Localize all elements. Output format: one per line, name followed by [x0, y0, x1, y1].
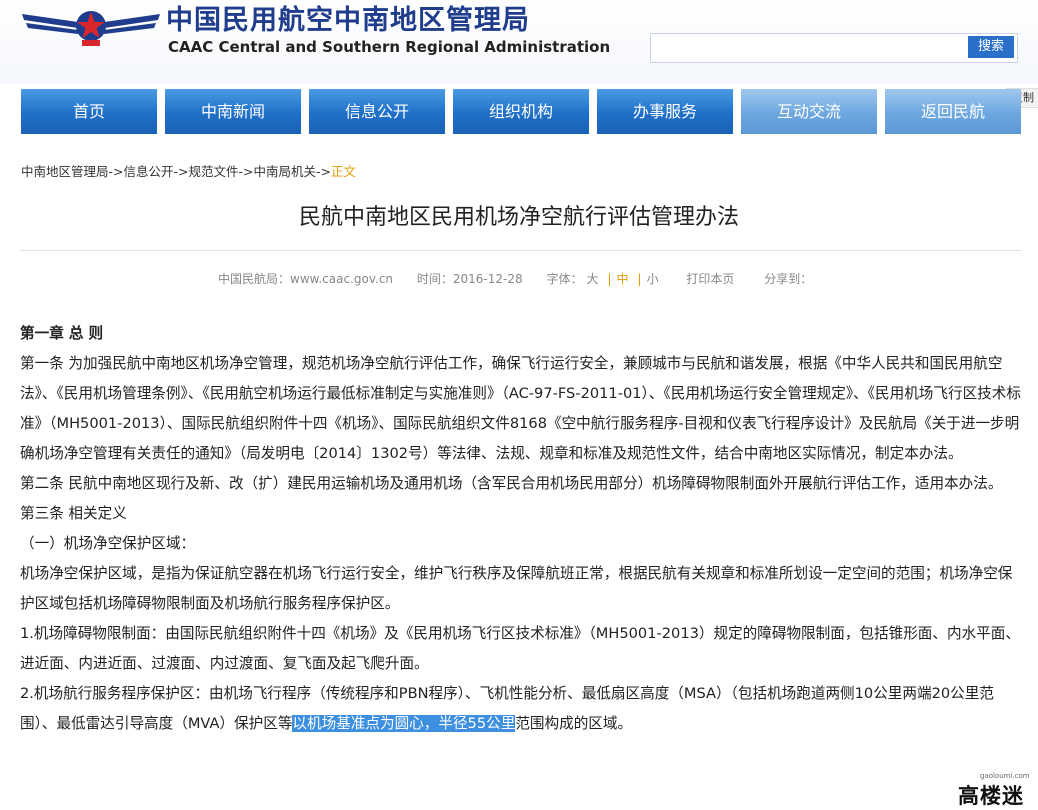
font-large-button[interactable]: 大 — [586, 272, 598, 286]
article-paragraph: 第二条 民航中南地区现行及新、改（扩）建民用运输机场及通用机场（含军民合用机场民… — [20, 475, 1003, 492]
title-divider — [20, 250, 1021, 251]
site-header: 中国民用航空中南地区管理局 CAAC Central and Southern … — [0, 0, 1038, 84]
nav-item-home[interactable]: 首页 — [21, 89, 157, 134]
nav-item-organization[interactable]: 组织机构 — [453, 89, 589, 134]
caac-logo-icon[interactable] — [20, 4, 162, 48]
nav-item-news[interactable]: 中南新闻 — [165, 89, 301, 134]
article-body: 第一章 总 则 第一条 为加强民航中南地区机场净空管理，规范机场净空航行评估工作… — [20, 319, 1026, 739]
meta-time: 时间：2016-12-28 — [416, 272, 523, 286]
breadcrumb-separator: -> — [316, 164, 331, 179]
breadcrumb-separator: -> — [173, 164, 189, 179]
breadcrumb-item[interactable]: 规范文件 — [189, 164, 239, 179]
article-paragraph: 第三条 相关定义 — [20, 505, 127, 522]
article-meta: 中国民航局：www.caac.gov.cn 时间：2016-12-28 字体：大… — [218, 270, 816, 287]
nav-item-info[interactable]: 信息公开 — [309, 89, 445, 134]
meta-separator: | — [637, 272, 642, 286]
article-paragraph: （一）机场净空保护区域： — [20, 535, 196, 552]
watermark-url: gaoloumi.com — [980, 772, 1030, 780]
meta-font-label: 字体： — [546, 272, 583, 286]
site-title-en: CAAC Central and Southern Regional Admin… — [168, 38, 611, 56]
nav-item-services[interactable]: 办事服务 — [597, 89, 733, 134]
breadcrumb: 中南地区管理局->信息公开->规范文件->中南局机关->正文 — [21, 161, 356, 180]
search-box: 搜索 — [650, 33, 1018, 63]
breadcrumb-item[interactable]: 中南局机关 — [254, 164, 317, 179]
font-small-button[interactable]: 小 — [647, 272, 659, 286]
article-paragraph-last: 2.机场航行服务程序保护区：由机场飞行程序（传统程序和PBN程序）、飞机性能分析… — [20, 679, 1026, 739]
nav-item-return[interactable]: 返回民航 — [885, 89, 1021, 134]
meta-source: 中国民航局：www.caac.gov.cn — [218, 272, 394, 286]
breadcrumb-separator: -> — [238, 164, 254, 179]
paragraph-text: 范围构成的区域。 — [515, 715, 633, 732]
breadcrumb-separator: -> — [108, 164, 124, 179]
selected-text: 以机场基准点为圆心，半径55公里 — [292, 715, 516, 732]
article-title: 民航中南地区民用机场净空航行评估管理办法 — [298, 205, 739, 230]
meta-share-label: 分享到： — [764, 272, 813, 286]
search-input[interactable] — [655, 37, 959, 59]
site-title-cn: 中国民用航空中南地区管理局 — [166, 5, 530, 36]
breadcrumb-current: 正文 — [331, 164, 357, 179]
font-medium-button[interactable]: 中 — [617, 272, 629, 286]
watermark-logo: 高楼迷 — [958, 784, 1024, 808]
article-paragraph: 机场净空保护区域，是指为保证航空器在机场飞行运行安全，维护飞行秩序及保障航班正常… — [20, 565, 1013, 612]
article-paragraph: 1.机场障碍物限制面：由国际民航组织附件十四《机场》及《民用机场飞行区技术标准》… — [20, 625, 1020, 672]
main-nav: 首页 中南新闻 信息公开 组织机构 办事服务 互动交流 返回民航 — [0, 89, 1038, 134]
breadcrumb-item[interactable]: 信息公开 — [124, 164, 174, 179]
nav-item-interaction[interactable]: 互动交流 — [741, 89, 877, 134]
search-button[interactable]: 搜索 — [968, 36, 1014, 58]
meta-separator: | — [607, 272, 612, 286]
chapter-heading: 第一章 总 则 — [20, 325, 104, 342]
print-button[interactable]: 打印本页 — [686, 272, 734, 286]
article-paragraph: 第一条 为加强民航中南地区机场净空管理，规范机场净空航行评估工作，确保飞行运行安… — [20, 355, 1021, 462]
breadcrumb-item[interactable]: 中南地区管理局 — [21, 164, 109, 179]
